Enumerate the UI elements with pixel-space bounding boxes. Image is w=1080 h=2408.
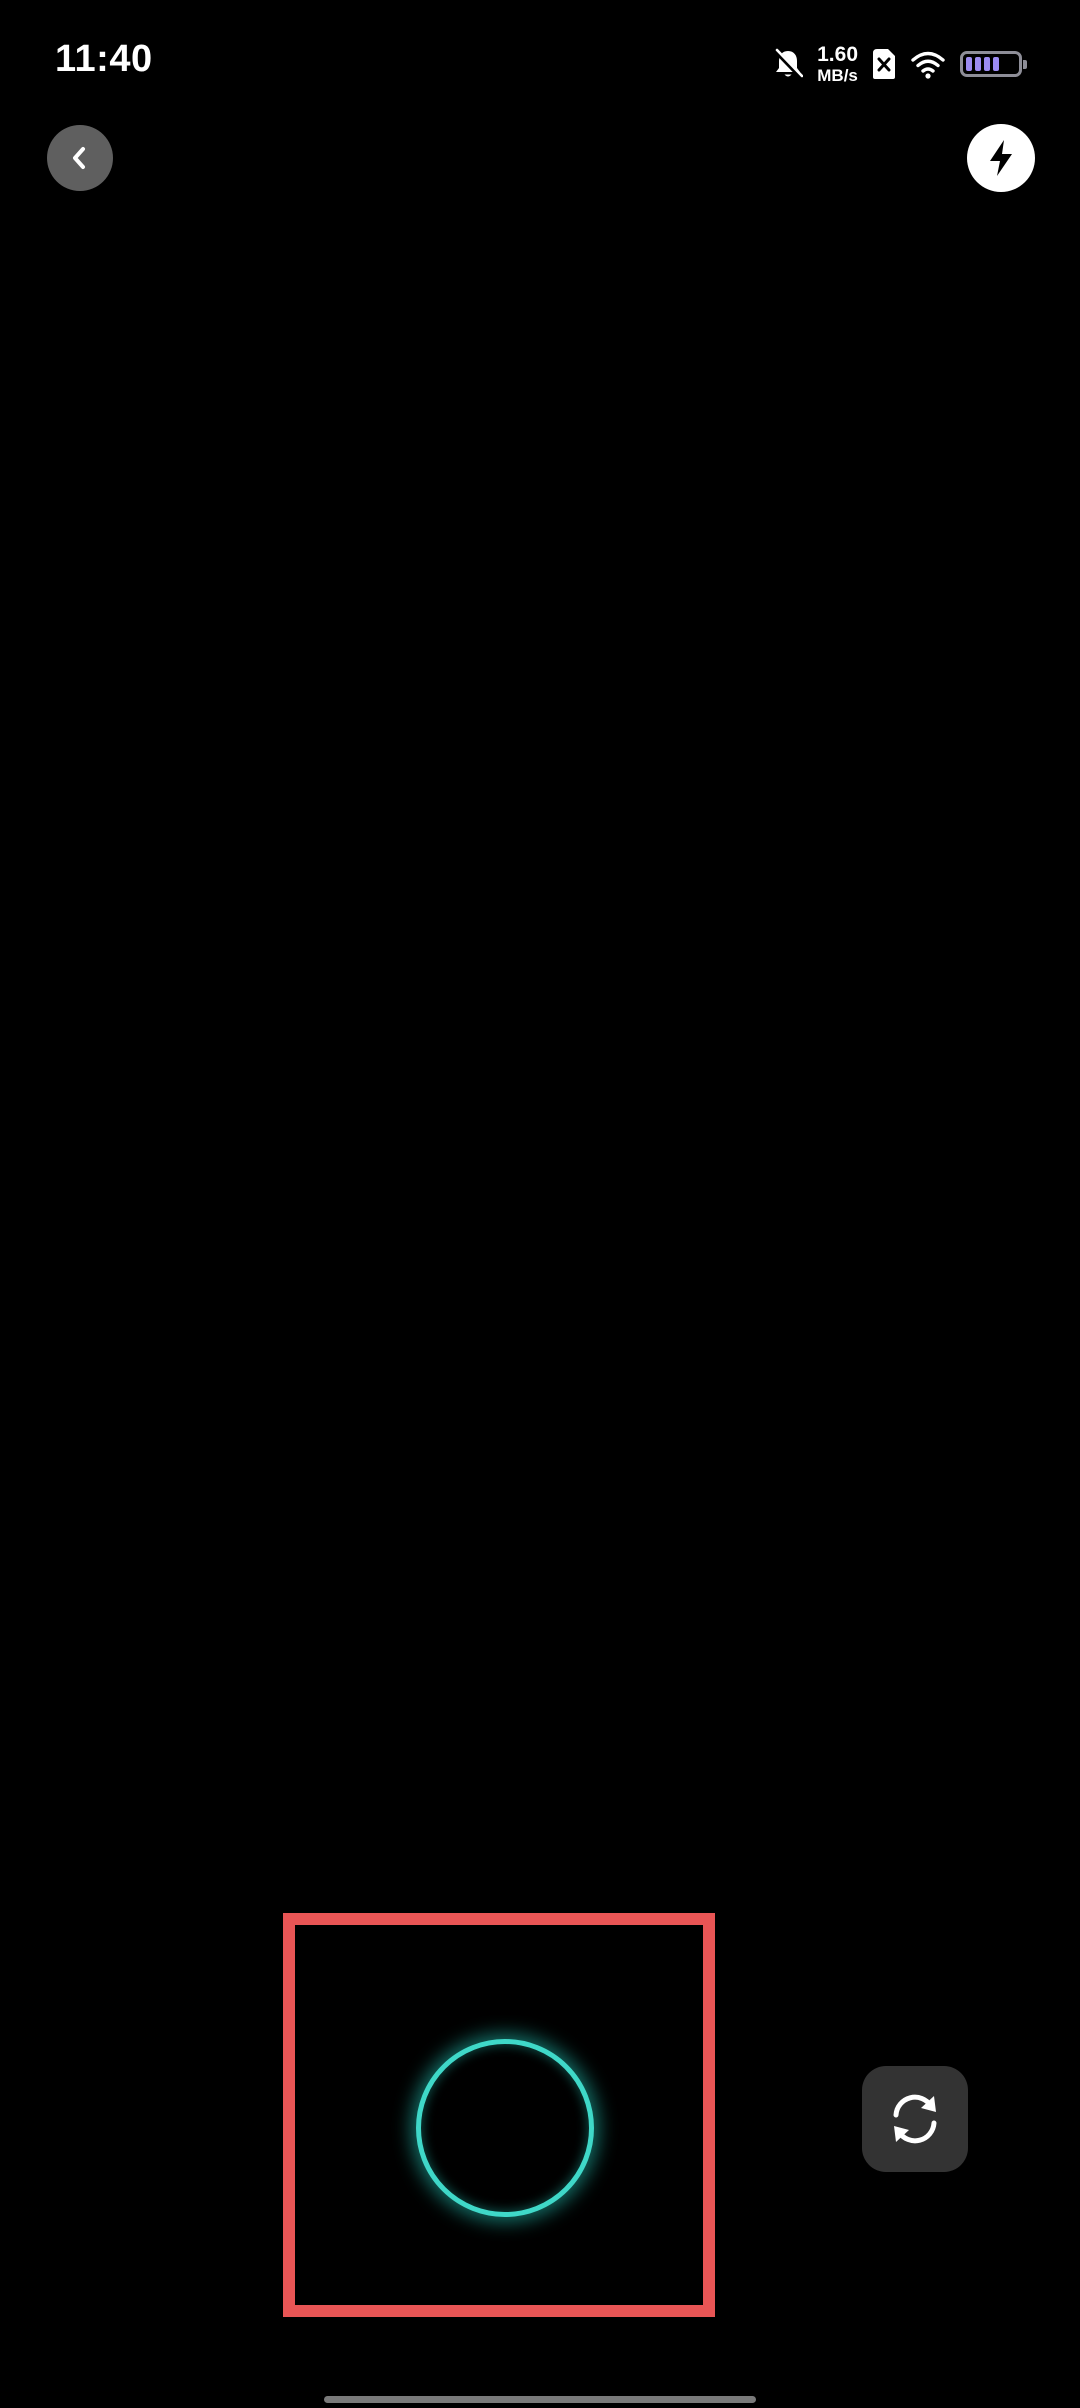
switch-camera-button[interactable] [862,2066,968,2172]
battery-cell [984,57,990,71]
battery-cap [1023,60,1027,69]
shutter-button[interactable] [416,2039,594,2217]
status-time: 11:40 [55,38,153,80]
network-speed-value: 1.60 [817,43,858,66]
battery-cell [966,57,972,71]
battery-icon [960,51,1027,77]
battery-cell [975,57,981,71]
camera-switch-icon [893,2094,937,2144]
camera-screen: 11:40 1.60 MB/s [0,0,1080,2408]
chevron-left-icon [73,147,85,169]
back-button[interactable] [47,125,113,191]
sim-off-icon [872,48,896,80]
flash-button[interactable] [967,124,1035,192]
home-indicator[interactable] [324,2396,756,2403]
bell-off-icon [773,48,804,80]
network-speed-unit: MB/s [817,66,858,85]
battery-cell [993,57,999,71]
flash-icon [990,140,1012,176]
wifi-icon [910,49,946,79]
status-icons: 1.60 MB/s [773,40,1027,88]
network-speed: 1.60 MB/s [817,44,858,84]
